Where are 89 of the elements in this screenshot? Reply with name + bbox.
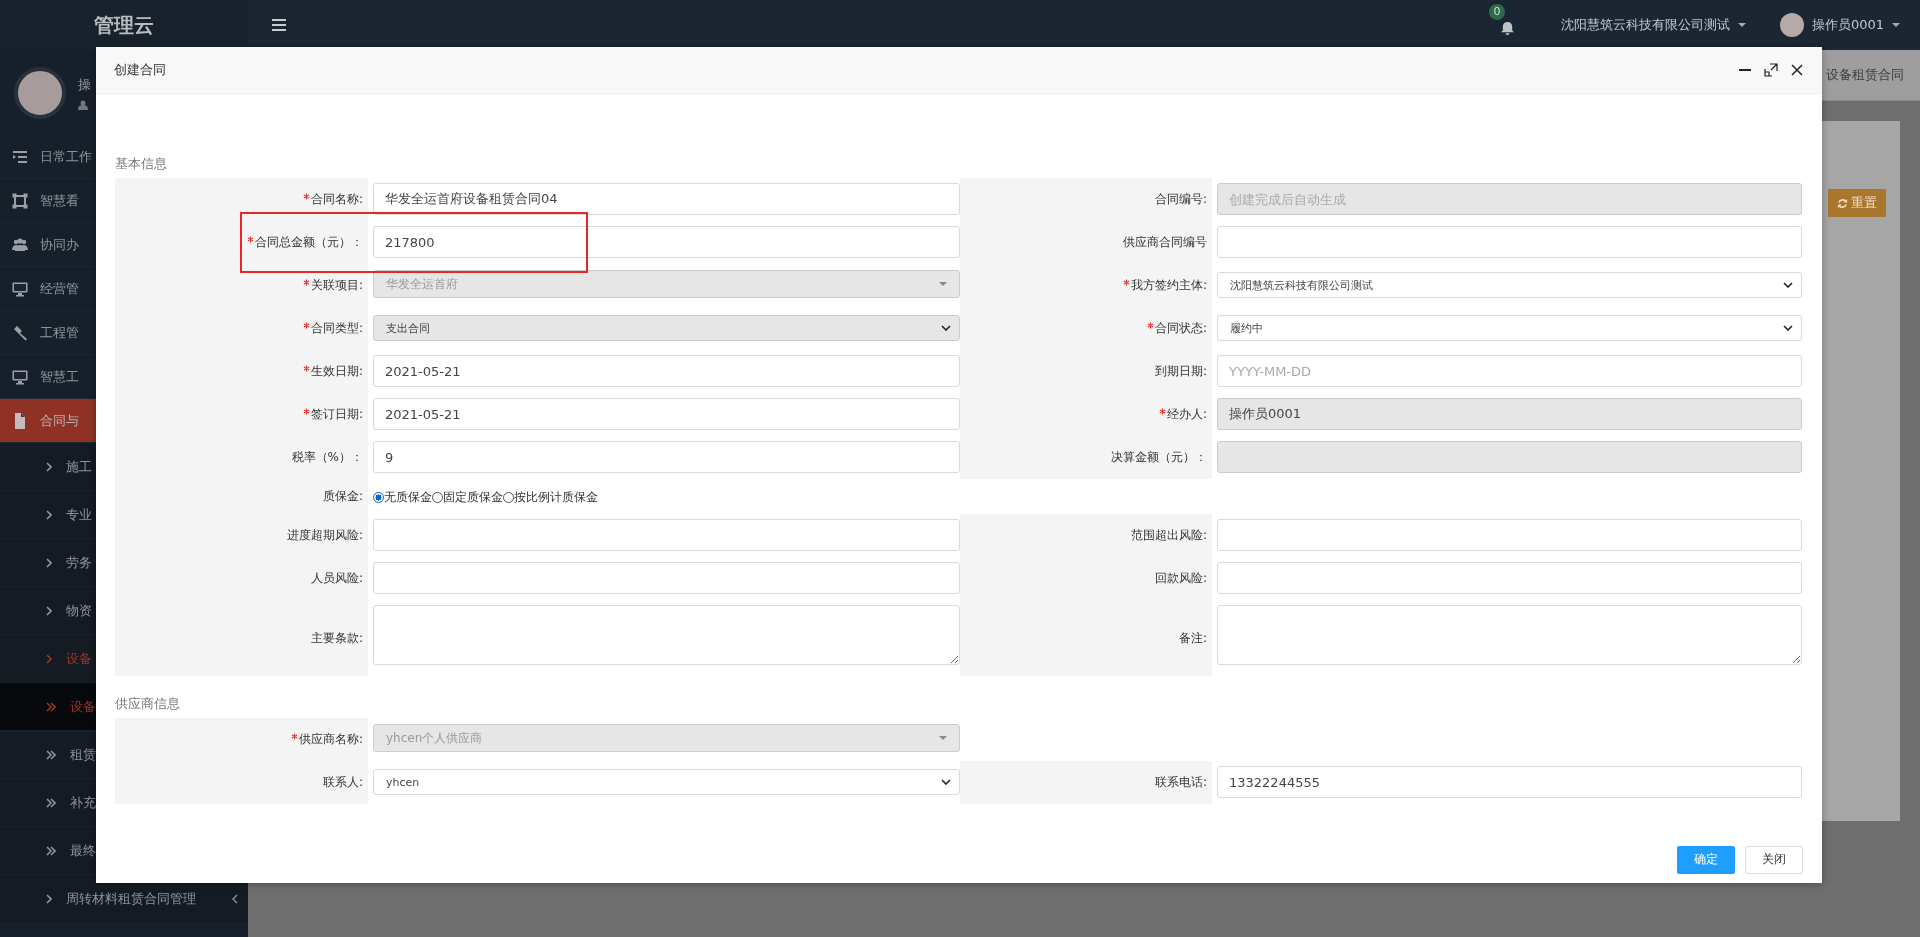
radio-button[interactable]	[432, 491, 443, 503]
text-field[interactable]: 13322244555	[1217, 766, 1802, 798]
list-icon	[12, 148, 28, 165]
text-field[interactable]: 华发全运首府设备租赁合同04	[373, 183, 960, 215]
text-field[interactable]	[373, 562, 960, 594]
user-name: 操	[78, 75, 91, 94]
notification-badge: 0	[1488, 4, 1505, 20]
maximize-icon[interactable]	[1764, 63, 1778, 77]
field-label: 进度超期风险:	[286, 527, 363, 544]
text-field[interactable]: YYYY-MM-DD	[1217, 355, 1802, 387]
text-field[interactable]: 2021-05-21	[373, 355, 960, 387]
caret-icon	[1892, 23, 1900, 27]
field-label: 合同类型:	[310, 320, 363, 337]
chevron-down-icon	[941, 779, 951, 785]
double-chevron-icon	[46, 845, 56, 856]
radio-label: 按比例计质保金	[514, 488, 598, 506]
caret-icon	[939, 736, 947, 740]
radio-button[interactable]	[503, 491, 514, 503]
text-field[interactable]	[373, 519, 960, 551]
text-field[interactable]: 2021-05-21	[373, 398, 960, 430]
radio-label: 无质保金	[384, 488, 432, 506]
monitor-icon	[12, 280, 28, 297]
field-label: 决算金额（元）：	[1111, 449, 1207, 466]
user-menu[interactable]: 操作员0001	[1811, 16, 1884, 34]
field-label: 签订日期:	[310, 406, 363, 423]
text-field[interactable]	[1217, 519, 1802, 551]
caret-icon	[1737, 23, 1746, 27]
field-label: 合同总金额（元）：	[255, 234, 363, 251]
file-icon	[12, 412, 28, 429]
close-button[interactable]: 关闭	[1745, 845, 1803, 874]
refresh-icon	[1837, 197, 1848, 209]
avatar	[1779, 13, 1804, 37]
section-title: 供应商信息	[115, 695, 181, 713]
field-label: 税率（%）：	[291, 449, 363, 466]
monitor-icon	[12, 368, 28, 385]
chevron-right-icon	[46, 893, 52, 904]
double-chevron-icon	[46, 749, 56, 760]
field-label: 经办人:	[1166, 406, 1207, 423]
page-tab[interactable]: 设备租赁合同	[1826, 66, 1904, 84]
menu-icon[interactable]	[272, 19, 286, 31]
chevron-down-icon	[1783, 282, 1793, 288]
chevron-down-icon	[1783, 325, 1793, 331]
users-icon	[12, 236, 28, 253]
radio-button[interactable]	[373, 491, 384, 503]
field-label: 备注:	[1178, 629, 1207, 647]
bell-icon[interactable]	[1499, 21, 1515, 36]
field-label: 生效日期:	[310, 363, 363, 380]
section-title: 基本信息	[115, 155, 168, 173]
field-label: 关联项目:	[310, 277, 363, 294]
app-logo: 管理云	[94, 11, 154, 39]
select-field[interactable]: 履约中	[1217, 315, 1802, 341]
select-field[interactable]: 沈阳慧筑云科技有限公司测试	[1217, 272, 1802, 298]
chevron-right-icon	[46, 653, 52, 664]
dialog-title: 创建合同	[114, 61, 166, 79]
field-label: 主要条款:	[310, 629, 363, 647]
field-label: 合同编号:	[1154, 191, 1207, 208]
field-label: 人员风险:	[310, 570, 363, 587]
submenu-item[interactable]: 周转材料租赁合同管理	[0, 875, 248, 923]
field-label: 合同状态:	[1154, 320, 1207, 337]
chevron-right-icon	[46, 605, 52, 616]
chevron-right-icon	[46, 557, 52, 568]
double-chevron-icon	[46, 701, 56, 712]
field-label: 我方签约主体:	[1130, 277, 1207, 294]
field-label: 联系人:	[322, 774, 363, 791]
field-label: 到期日期:	[1154, 363, 1207, 380]
field-label: 合同名称:	[310, 191, 363, 208]
select-field[interactable]: yhcen	[373, 769, 960, 795]
double-chevron-icon	[46, 797, 56, 808]
avatar	[14, 66, 66, 119]
close-icon[interactable]	[1790, 63, 1804, 77]
field-label: 回款风险:	[1154, 570, 1207, 587]
chevron-down-icon	[941, 325, 951, 331]
user-icon	[78, 99, 88, 110]
chevron-right-icon	[46, 461, 52, 472]
field-label: 联系电话:	[1154, 774, 1207, 791]
text-field[interactable]: 9	[373, 441, 960, 473]
field-label: 质保金:	[322, 488, 363, 505]
field-label: 供应商合同编号	[1123, 234, 1207, 251]
dashboard-icon	[12, 192, 28, 209]
caret-icon	[939, 282, 947, 286]
text-field[interactable]: 217800	[373, 226, 960, 258]
gavel-icon	[12, 324, 28, 341]
radio-label: 固定质保金	[443, 488, 503, 506]
field-label: 供应商名称:	[298, 731, 363, 748]
chevron-right-icon	[46, 509, 52, 520]
company-menu[interactable]: 沈阳慧筑云科技有限公司测试	[1560, 16, 1730, 34]
field-label: 范围超出风险:	[1130, 527, 1207, 544]
text-field[interactable]	[1217, 562, 1802, 594]
text-field[interactable]	[1217, 226, 1802, 258]
